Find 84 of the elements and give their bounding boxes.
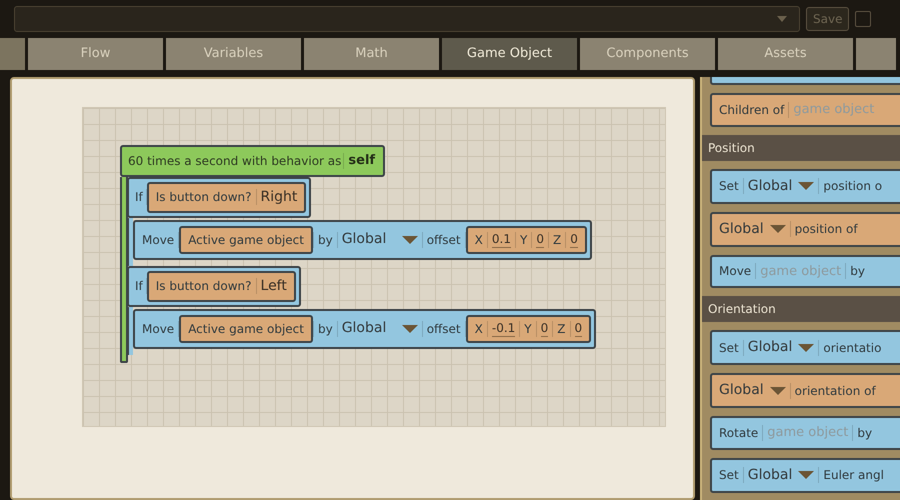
if-stem bbox=[127, 306, 133, 354]
caret-icon bbox=[798, 471, 814, 479]
if-block[interactable]: If Is button down? Right bbox=[127, 176, 312, 218]
block-label: orientatio bbox=[822, 340, 882, 356]
block-label: Euler angl bbox=[822, 467, 885, 484]
dropdown[interactable]: Global bbox=[715, 218, 790, 240]
dropdown-field[interactable] bbox=[14, 6, 800, 32]
block-value[interactable]: Right bbox=[256, 186, 302, 208]
block-label: X bbox=[474, 320, 484, 338]
block-label: position o bbox=[822, 178, 884, 195]
palette-block[interactable]: Move game object by bbox=[710, 254, 900, 288]
block-label: Is button down? bbox=[154, 189, 253, 206]
palette-block[interactable]: Global position of bbox=[710, 212, 900, 246]
block-label: Active game object bbox=[187, 232, 305, 248]
expression-block[interactable]: X 0.1 Y 0 Z 0 bbox=[466, 226, 587, 254]
block-label: by bbox=[849, 263, 866, 280]
block-label: offset bbox=[426, 232, 462, 248]
block-label: Move bbox=[718, 263, 752, 280]
dropdown[interactable]: Global bbox=[338, 229, 422, 250]
block-label: Rotate bbox=[718, 424, 760, 442]
palette-block[interactable]: Set Global position o bbox=[710, 168, 900, 204]
block-label: position of bbox=[794, 221, 859, 238]
dropdown[interactable]: Global bbox=[338, 318, 422, 339]
block-label: If bbox=[134, 189, 144, 206]
palette-block[interactable]: Rotate game object by bbox=[710, 416, 900, 450]
block-value[interactable]: Left bbox=[256, 276, 291, 296]
palette-block[interactable]: Children of game object bbox=[710, 93, 900, 126]
block-label: Set bbox=[718, 340, 740, 356]
block-label: Children of bbox=[718, 102, 786, 119]
expression-block[interactable]: Is button down? Left bbox=[146, 270, 296, 302]
caret-icon bbox=[777, 16, 787, 22]
event-target[interactable]: self bbox=[344, 151, 380, 170]
palette-header: Orientation bbox=[702, 296, 900, 322]
dropdown[interactable]: Global bbox=[715, 380, 790, 401]
number-field[interactable]: 0 bbox=[536, 232, 544, 248]
block-label: X bbox=[474, 232, 484, 248]
block-label: Set bbox=[718, 467, 740, 484]
block-label: offset bbox=[426, 320, 462, 338]
checkbox[interactable] bbox=[855, 11, 872, 27]
expression-block[interactable]: Active game object bbox=[179, 314, 313, 342]
if-block[interactable]: If Is button down? Left bbox=[127, 266, 301, 306]
caret-icon bbox=[798, 182, 814, 190]
block-label: If bbox=[134, 278, 144, 295]
event-label: 60 times a second with behavior as bbox=[127, 152, 342, 170]
number-field[interactable]: 0.1 bbox=[492, 232, 511, 248]
expression-block[interactable]: Active game object bbox=[179, 226, 313, 254]
expression-block[interactable]: X -0.1 Y 0 Z 0 bbox=[466, 314, 592, 342]
block-label: Move bbox=[141, 232, 176, 248]
block-label: Z bbox=[556, 320, 567, 338]
block-label: Set bbox=[718, 178, 740, 195]
action-block[interactable]: Move Active game object by Global offset X 0.1 Y 0 Z 0 bbox=[133, 220, 592, 260]
number-field[interactable]: 0 bbox=[540, 320, 548, 336]
caret-icon bbox=[402, 324, 418, 332]
expression-block[interactable]: Is button down? Right bbox=[146, 182, 306, 212]
caret-icon bbox=[770, 225, 786, 233]
block-label: Active game object bbox=[187, 320, 305, 338]
dropdown[interactable]: Global bbox=[744, 464, 818, 486]
block-label: Y bbox=[518, 232, 528, 248]
event-block[interactable]: 60 times a second with behavior as self bbox=[120, 145, 386, 176]
caret-icon bbox=[402, 236, 418, 244]
block-label: orientation of bbox=[794, 382, 877, 400]
tab-edge[interactable] bbox=[856, 38, 896, 70]
dropdown[interactable]: Global bbox=[744, 337, 818, 358]
block-label: Z bbox=[552, 232, 562, 248]
block-label: by bbox=[316, 320, 334, 338]
palette-block[interactable]: Set Global Euler angl bbox=[710, 458, 900, 492]
block-label: Y bbox=[523, 320, 533, 338]
caret-icon bbox=[798, 344, 814, 352]
block-label: by bbox=[316, 232, 334, 248]
block-label: Is button down? bbox=[154, 278, 253, 295]
palette-block[interactable]: Set Global orientatio bbox=[710, 330, 900, 365]
palette-header: Position bbox=[702, 134, 900, 160]
block-label: by bbox=[856, 424, 874, 442]
palette-block[interactable]: Global orientation of bbox=[710, 373, 900, 408]
tab-edge[interactable] bbox=[0, 38, 25, 70]
dropdown[interactable]: Global bbox=[744, 176, 818, 196]
block-label: Move bbox=[141, 320, 176, 338]
number-field[interactable]: -0.1 bbox=[492, 320, 516, 336]
tab[interactable]: Game Object bbox=[442, 38, 577, 70]
number-field[interactable]: 0 bbox=[570, 232, 578, 248]
if-stem bbox=[127, 218, 133, 266]
number-field[interactable]: 0 bbox=[574, 320, 582, 336]
action-block[interactable]: Move Active game object by Global offset X -0.1 Y 0 Z 0 bbox=[133, 308, 596, 348]
caret-icon bbox=[770, 386, 786, 394]
